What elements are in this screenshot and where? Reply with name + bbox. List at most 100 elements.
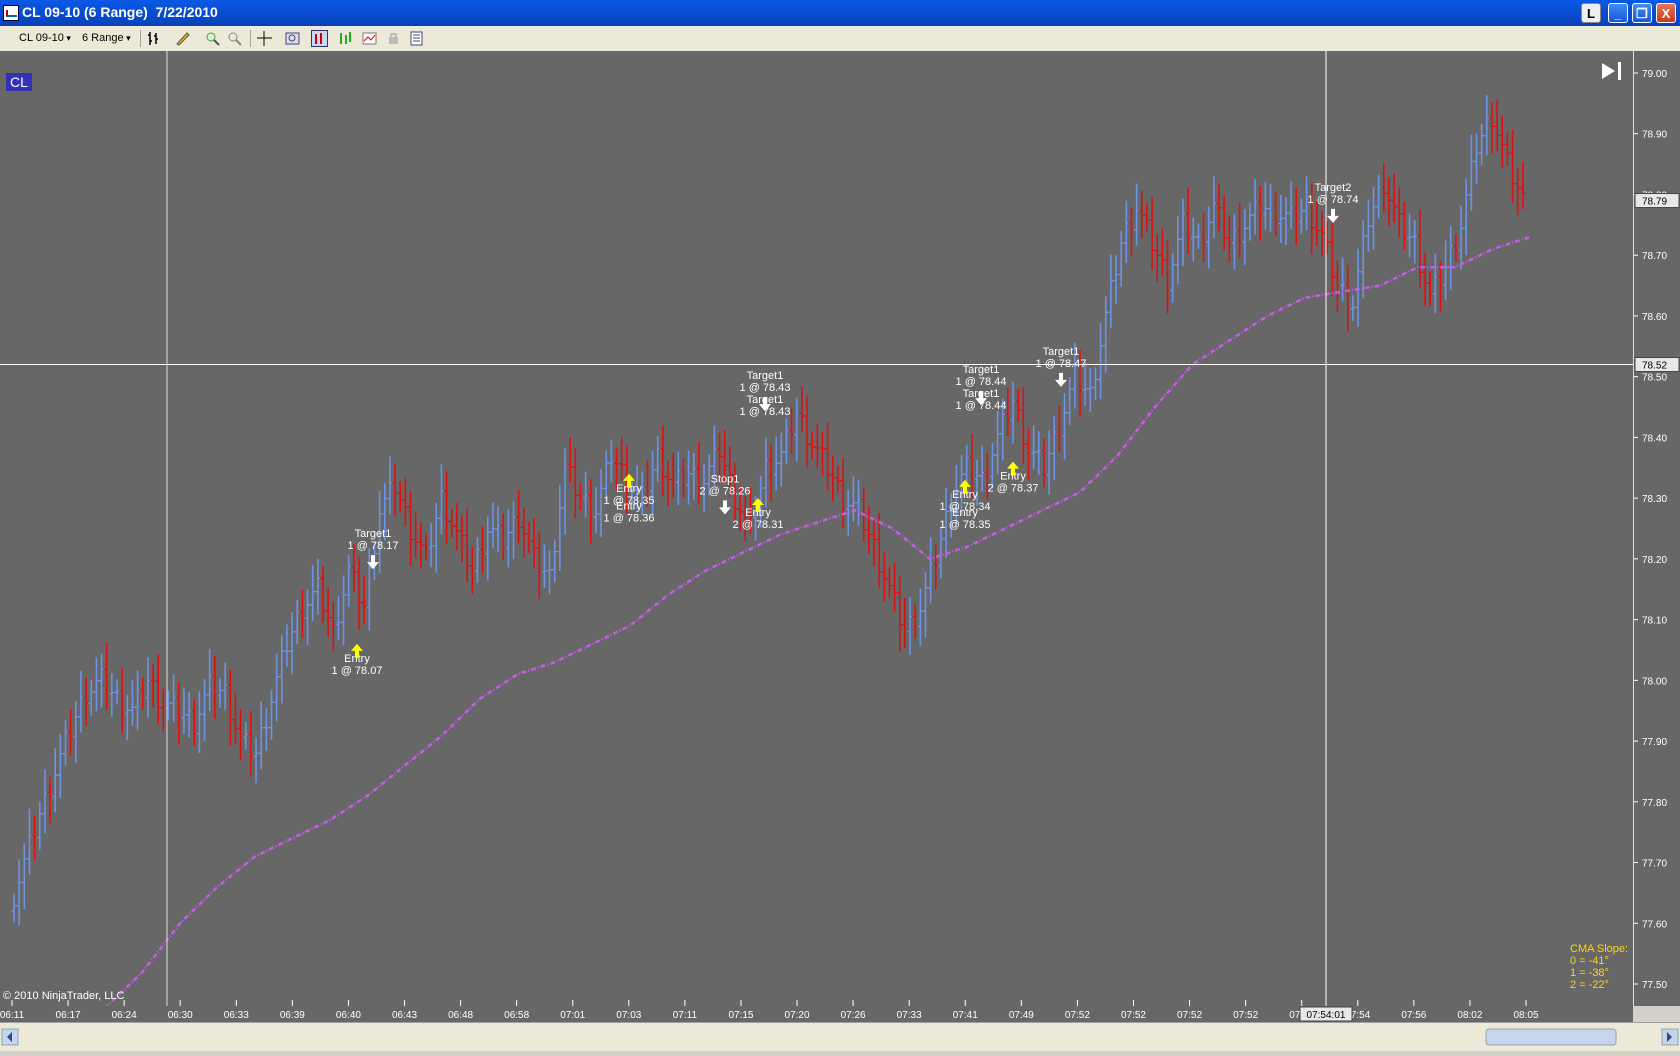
exit-arrow-icon (719, 500, 731, 515)
time-tick-label: 07:56 (1401, 1010, 1426, 1021)
time-tick-label: 07:03 (616, 1010, 641, 1021)
crosshair-price-label: 78.52 (1642, 361, 1667, 372)
price-tick-label: 78.60 (1642, 312, 1667, 323)
crosshair-icon[interactable] (256, 30, 273, 47)
cma-slope-title: CMA Slope: (1570, 943, 1629, 955)
time-tick-label: 07:52 (1121, 1010, 1146, 1021)
price-tick-label: 77.80 (1642, 798, 1667, 809)
data-box-icon[interactable] (408, 30, 425, 47)
strategies-icon[interactable] (337, 30, 354, 47)
trade-label: Entry (952, 507, 978, 519)
price-tick-label: 78.00 (1642, 676, 1667, 687)
restore-button[interactable]: ❐ (1632, 3, 1652, 23)
time-axis-svg: 06:11 06:17 06:24 06:30 06:33 06:39 06:40 06:43… (0, 1006, 1539, 1022)
instrument-badge: CL (6, 73, 32, 91)
time-tick-label: 07:52 (1177, 1010, 1202, 1021)
minimize-button[interactable]: _ (1608, 3, 1628, 23)
time-tick-label: 06:17 (56, 1010, 81, 1021)
price-tick-label: 77.90 (1642, 737, 1667, 748)
price-tick-label: 79.00 (1642, 69, 1667, 80)
horizontal-scrollbar[interactable] (0, 1022, 1680, 1051)
trade-price-label: 1 @ 78.17 (348, 540, 399, 552)
price-tick-label: 78.20 (1642, 555, 1667, 566)
period-selector[interactable]: 6 Range (82, 30, 131, 47)
trade-label: Target2 (1315, 182, 1352, 194)
price-tick-label: 77.70 (1642, 859, 1667, 870)
time-tick-label: 07:41 (953, 1010, 978, 1021)
indicators-icon[interactable] (361, 30, 378, 47)
cma-line (105, 235, 1531, 1006)
trade-label: Target1 (355, 528, 392, 540)
time-tick-label: 07:49 (1009, 1010, 1034, 1021)
time-tick-label: 07:52 (1065, 1010, 1090, 1021)
time-tick-label: 07:33 (897, 1010, 922, 1021)
time-tick-label: 08:02 (1457, 1010, 1482, 1021)
trade-price-label: 2 @ 78.31 (733, 519, 784, 531)
last-price-label: 78.79 (1642, 197, 1667, 208)
exit-arrow-icon (1055, 372, 1067, 387)
trade-label: Target1 (747, 370, 784, 382)
link-button[interactable]: L (1581, 3, 1601, 23)
crosshair-time-label: 07:54:01 (1307, 1010, 1346, 1021)
trade-price-label: 1 @ 78.43 (740, 382, 791, 394)
time-tick-label: 06:39 (280, 1010, 305, 1021)
trade-price-label: 1 @ 78.47 (1036, 358, 1087, 370)
price-axis[interactable]: 79.0078.9078.8078.7078.6078.5078.4078.30… (1633, 51, 1680, 1006)
trade-price-label: 2 @ 78.37 (988, 483, 1039, 495)
time-tick-label: 06:48 (448, 1010, 473, 1021)
trade-label: Stop1 (711, 473, 740, 485)
trade-price-label: 1 @ 78.36 (604, 513, 655, 525)
trade-price-label: 1 @ 78.35 (940, 519, 991, 531)
price-axis-svg: 79.0078.9078.8078.7078.6078.5078.4078.30… (1634, 69, 1680, 991)
trade-label: Target1 (1043, 346, 1080, 358)
trade-label: Target1 (963, 364, 1000, 376)
time-tick-label: 06:30 (168, 1010, 193, 1021)
time-tick-label: 06:33 (224, 1010, 249, 1021)
zoom-in-icon[interactable] (204, 30, 221, 47)
cma-slope-line: 2 = -22° (1570, 979, 1609, 991)
time-tick-label: 08:05 (1513, 1010, 1538, 1021)
trade-price-label: 1 @ 78.43 (740, 406, 791, 418)
bar-type-icon[interactable] (146, 30, 163, 47)
price-tick-label: 77.60 (1642, 919, 1667, 930)
scrollbar-track[interactable] (0, 1023, 1680, 1051)
instrument-selector[interactable]: CL 09-10 (19, 30, 71, 47)
chart-app-icon (3, 5, 19, 21)
trade-label: Target1 (747, 394, 784, 406)
price-tick-label: 78.50 (1642, 373, 1667, 384)
chart-toolbar: CL 09-10 6 Range (0, 26, 1680, 52)
time-tick-label: 06:58 (504, 1010, 529, 1021)
price-chart[interactable]: Target11 @ 78.17Entry1 @ 78.07Entry1 @ 7… (0, 51, 1633, 1006)
exit-arrow-icon (1327, 208, 1339, 223)
time-tick-label: 06:11 (0, 1010, 25, 1021)
price-tick-label: 78.90 (1642, 130, 1667, 141)
time-tick-label: 06:40 (336, 1010, 361, 1021)
trade-price-label: 1 @ 78.07 (332, 665, 383, 677)
time-tick-label: 07:26 (841, 1010, 866, 1021)
drawing-pencil-icon[interactable] (174, 30, 191, 47)
time-tick-label: 07:11 (673, 1010, 698, 1021)
price-tick-label: 78.30 (1642, 494, 1667, 505)
zoom-out-icon[interactable] (226, 30, 243, 47)
go-to-last-bar-icon[interactable] (1600, 59, 1626, 83)
time-tick-label: 07:52 (1233, 1010, 1258, 1021)
price-tick-label: 78.70 (1642, 251, 1667, 262)
price-plot-area[interactable]: Target1 1 @ 78.17 Entry 1 @ 78.07 Entry 1 @ 7… (0, 51, 1633, 1006)
trade-price-label: 1 @ 78.74 (1308, 194, 1359, 206)
close-button[interactable]: X (1656, 3, 1676, 23)
time-axis[interactable]: 06:11 06:17 06:24 06:30 06:33 06:39 06:40 06:43… (0, 1006, 1633, 1022)
trade-label: Target1 (963, 388, 1000, 400)
price-tick-label: 78.40 (1642, 433, 1667, 444)
scrollbar-thumb (1485, 1028, 1617, 1046)
chart-trader-icon[interactable] (311, 30, 328, 47)
trade-label: Entry (616, 501, 642, 513)
price-tick-label: 78.10 (1642, 616, 1667, 627)
trade-price-label: 1 @ 78.44 (956, 376, 1007, 388)
trade-price-label: 2 @ 78.26 (700, 485, 751, 497)
properties-icon[interactable] (284, 30, 301, 47)
lock-icon[interactable] (385, 30, 402, 47)
time-tick-label: 06:24 (112, 1010, 137, 1021)
window-title: CL 09-10 (6 Range) 7/22/2010 (22, 4, 218, 20)
title-bar: CL 09-10 (6 Range) 7/22/2010 L _ ❐ X (0, 0, 1680, 26)
time-tick-label: 06:43 (392, 1010, 417, 1021)
